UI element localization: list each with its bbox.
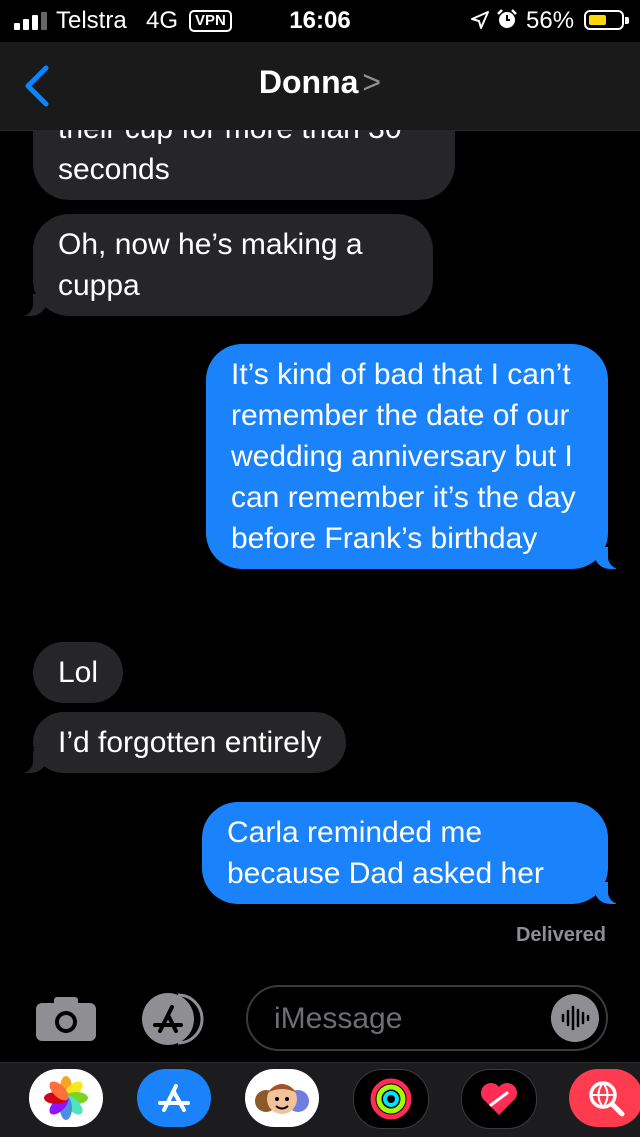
- incoming-message[interactable]: Oh, now he’s making a cuppa: [15, 214, 433, 316]
- status-bar: Telstra 4G VPN 16:06 56%: [0, 0, 640, 42]
- app-drawer: [0, 1062, 640, 1137]
- compose-bar: iMessage: [0, 975, 640, 1060]
- message-input[interactable]: iMessage: [246, 985, 608, 1051]
- audio-message-icon[interactable]: [551, 994, 599, 1042]
- conversation-header: Donna >: [0, 42, 640, 131]
- memoji-icon[interactable]: [245, 1069, 319, 1127]
- message-input-placeholder: iMessage: [274, 1002, 403, 1035]
- battery-percent: 56%: [526, 7, 575, 34]
- app-store-icon[interactable]: [137, 1069, 211, 1127]
- alarm-icon: [497, 9, 517, 28]
- camera-icon[interactable]: [34, 995, 98, 1043]
- activity-icon[interactable]: [353, 1069, 429, 1129]
- incoming-message[interactable]: their cup for more than 30 seconds: [33, 130, 455, 200]
- contact-name: Donna: [258, 64, 359, 100]
- contact-name-button[interactable]: Donna >: [0, 64, 640, 101]
- incoming-message[interactable]: Lol: [33, 642, 124, 703]
- message-list[interactable]: their cup for more than 30 seconds Oh, n…: [0, 130, 640, 960]
- digital-touch-icon[interactable]: [461, 1069, 537, 1129]
- location-arrow-icon: [471, 11, 489, 29]
- web-images-icon[interactable]: [569, 1069, 640, 1127]
- incoming-message[interactable]: I’d forgotten entirely: [14, 712, 347, 773]
- delivered-status: Delivered: [515, 924, 606, 946]
- photos-icon[interactable]: [29, 1069, 103, 1127]
- outgoing-message[interactable]: Carla reminded me because Dad asked her: [202, 802, 626, 904]
- app-store-button-icon[interactable]: [138, 989, 214, 1049]
- contact-chevron-icon: >: [362, 64, 382, 100]
- outgoing-message[interactable]: It’s kind of bad that I can’t remember t…: [206, 344, 626, 569]
- battery-icon: [584, 10, 629, 30]
